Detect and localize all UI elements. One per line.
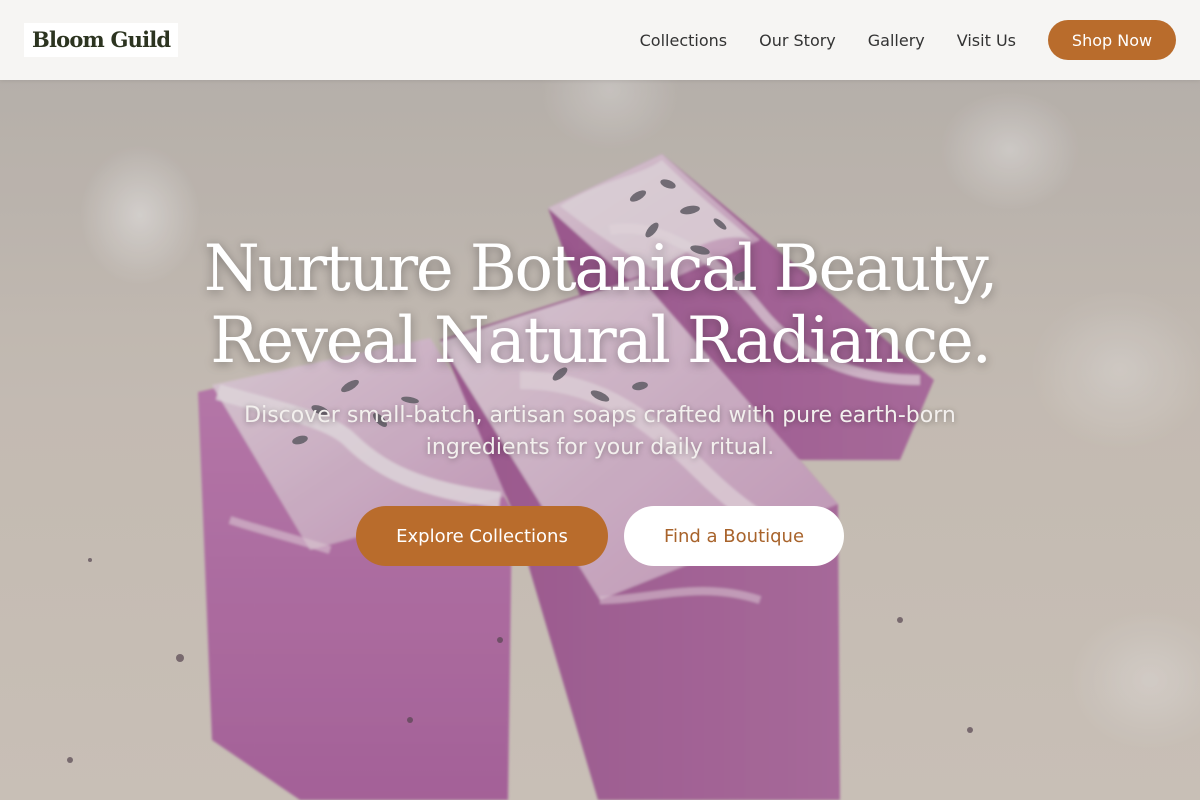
- find-boutique-button[interactable]: Find a Boutique: [624, 506, 844, 566]
- hero-title-line-2: Reveal Natural Radiance.: [210, 304, 992, 378]
- hero-cta-group: Explore Collections Find a Boutique: [0, 506, 1200, 566]
- nav-link-gallery[interactable]: Gallery: [868, 31, 925, 50]
- hero-title: Nurture Botanical Beauty, Reveal Natural…: [100, 233, 1100, 377]
- explore-collections-button[interactable]: Explore Collections: [356, 506, 608, 566]
- nav-link-visit-us[interactable]: Visit Us: [957, 31, 1016, 50]
- shop-now-button[interactable]: Shop Now: [1048, 20, 1176, 60]
- nav-link-our-story[interactable]: Our Story: [759, 31, 836, 50]
- main-nav: Collections Our Story Gallery Visit Us S…: [640, 0, 1176, 80]
- hero-subtitle: Discover small-batch, artisan soaps craf…: [244, 403, 956, 460]
- site-header: Bloom Guild Collections Our Story Galler…: [0, 0, 1200, 80]
- hero-section: Nurture Botanical Beauty, Reveal Natural…: [0, 80, 1200, 800]
- hero-title-line-1: Nurture Botanical Beauty,: [203, 232, 999, 306]
- nav-link-collections[interactable]: Collections: [640, 31, 727, 50]
- brand-logo[interactable]: Bloom Guild: [24, 23, 179, 57]
